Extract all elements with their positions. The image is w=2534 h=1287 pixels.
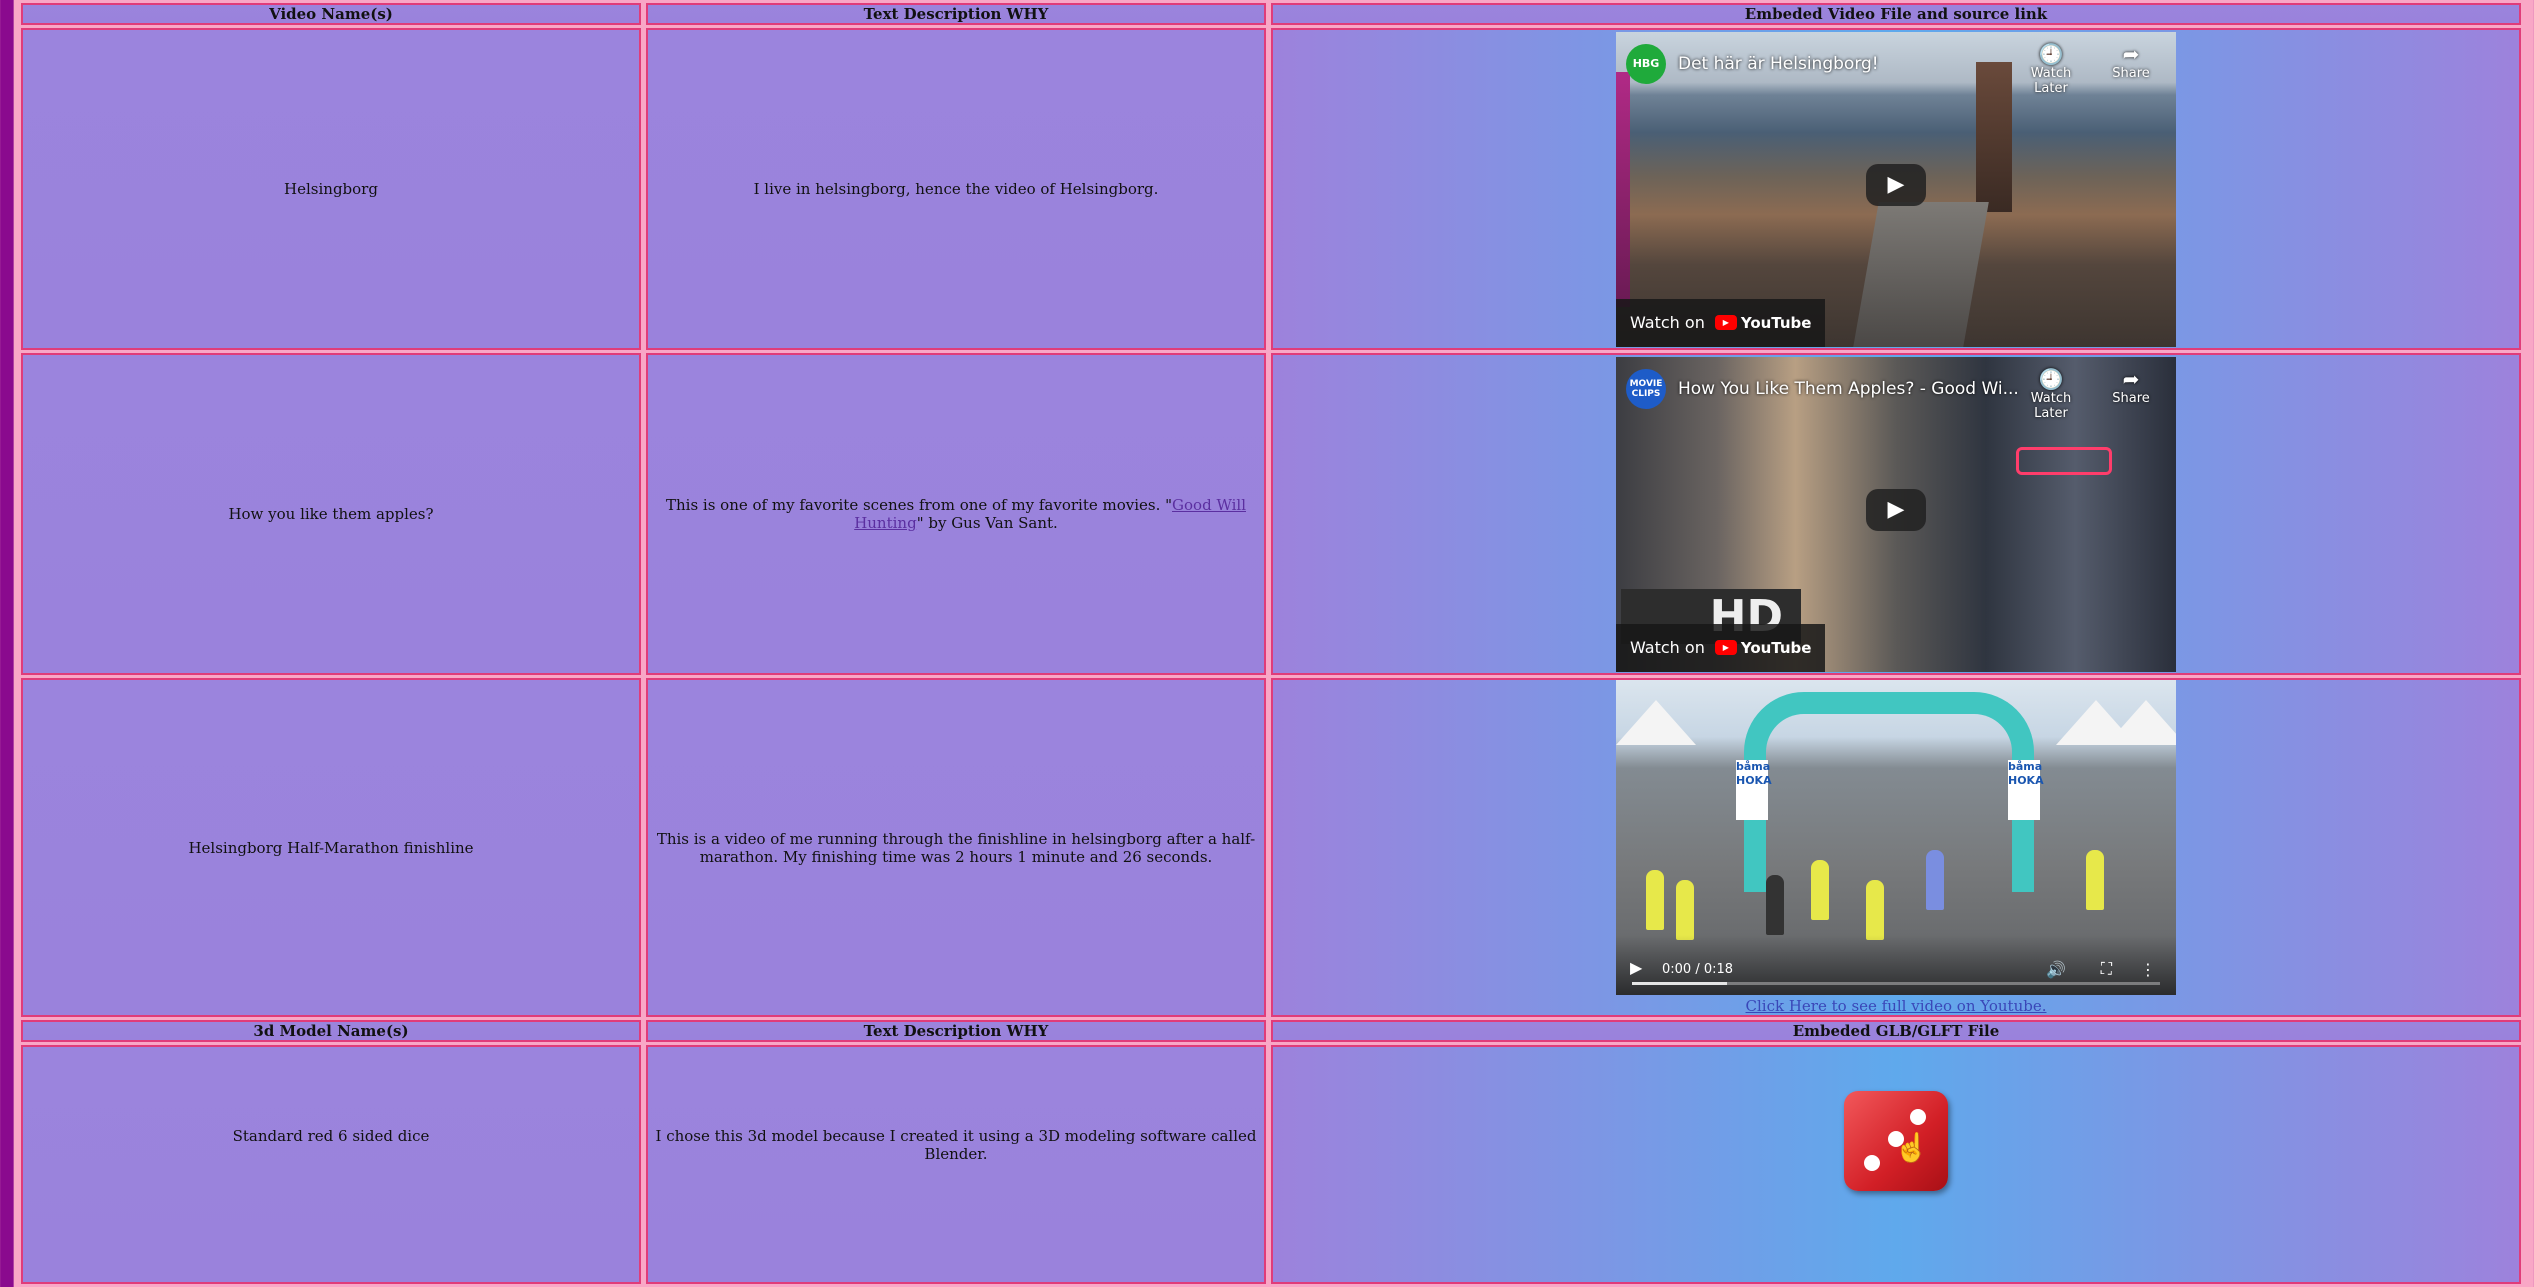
table-row: How you like them apples? This is one of…	[21, 353, 2521, 675]
volume-icon[interactable]: 🔊	[2046, 960, 2066, 979]
hand-cursor-icon: ☝	[1894, 1131, 1929, 1164]
play-icon[interactable]: ▶	[1630, 958, 1642, 977]
description-cell: This is one of my favorite scenes from o…	[646, 353, 1266, 675]
video-title[interactable]: How You Like Them Apples? - Good Wi...	[1678, 379, 2019, 399]
watch-on-label: Watch on	[1630, 313, 1705, 332]
channel-avatar[interactable]: HBG	[1626, 43, 1666, 84]
youtube-logo: ▶ YouTube	[1714, 314, 1811, 332]
video-name-cell: Helsingborg Half-Marathon finishline	[21, 678, 641, 1017]
video-name: Helsingborg Half-Marathon finishline	[188, 838, 474, 857]
video-description: This is a video of me running through th…	[656, 829, 1256, 866]
youtube-embed-player[interactable]: HBG Det här är Helsingborg! 🕘 Watch Late…	[1616, 31, 2176, 347]
youtube-play-icon: ▶	[1714, 315, 1737, 330]
finish-sign-right: båma HOKA	[2008, 760, 2044, 820]
header-embedded-glb: Embeded GLB/GLFT File	[1271, 1020, 2521, 1042]
header-embedded-video: Embeded Video File and source link	[1271, 3, 2521, 25]
header-text-description: Text Description WHY	[646, 3, 1266, 25]
table-row: Standard red 6 sided dice I chose this 3…	[21, 1045, 2521, 1284]
share-button[interactable]: ➦ Share	[2096, 42, 2166, 81]
video-name: Helsingborg	[284, 180, 378, 198]
description-cell: This is a video of me running through th…	[646, 678, 1266, 1017]
table-row: Helsingborg I live in helsingborg, hence…	[21, 28, 2521, 350]
play-icon: ▶	[1887, 497, 1905, 522]
video-description: This is one of my favorite scenes from o…	[665, 496, 1246, 532]
description-cell: I live in helsingborg, hence the video o…	[646, 28, 1266, 350]
watch-later-button[interactable]: 🕘 Watch Later	[2016, 367, 2086, 421]
html5-video-player[interactable]: båma HOKA båma HOKA ▶ 0:00 / 0:18 🔊 ⛶ ⋮	[1616, 680, 2176, 995]
model-name: Standard red 6 sided dice	[232, 1127, 430, 1145]
youtube-source-link[interactable]: Click Here to see full video on Youtube.	[1273, 997, 2519, 1015]
share-button[interactable]: ➦ Share	[2096, 367, 2166, 406]
youtube-logo: ▶ YouTube	[1714, 639, 1811, 657]
finish-sign-left: båma HOKA	[1736, 760, 1772, 820]
share-label: Share	[2112, 65, 2150, 81]
youtube-play-icon: ▶	[1714, 640, 1737, 655]
video-description: I live in helsingborg, hence the video o…	[753, 180, 1159, 198]
progress-bar[interactable]	[1632, 982, 2160, 985]
channel-avatar[interactable]: MOVIE CLIPS	[1626, 368, 1666, 409]
embed-cell: HBG Det här är Helsingborg! 🕘 Watch Late…	[1271, 28, 2521, 350]
dice-3d-model[interactable]: ☝	[1844, 1091, 1948, 1191]
watch-later-label: Watch Later	[2030, 390, 2072, 421]
embed-cell: HD MOVIE CLIPS How You Like Them Apples?…	[1271, 353, 2521, 675]
share-icon: ➦	[2122, 366, 2140, 391]
watch-later-label: Watch Later	[2030, 65, 2072, 96]
watch-on-youtube-button[interactable]: Watch on ▶ YouTube	[1616, 623, 1826, 672]
clock-icon: 🕘	[2038, 41, 2064, 66]
video-controls: ▶ 0:00 / 0:18 🔊 ⛶ ⋮	[1616, 935, 2176, 995]
share-icon: ➦	[2122, 41, 2140, 66]
watch-later-button[interactable]: 🕘 Watch Later	[2016, 42, 2086, 96]
header-text-description: Text Description WHY	[646, 1020, 1266, 1042]
play-icon: ▶	[1887, 172, 1905, 197]
video-title[interactable]: Det här är Helsingborg!	[1678, 54, 1879, 74]
watch-on-label: Watch on	[1630, 638, 1705, 657]
header-model-name: 3d Model Name(s)	[21, 1020, 641, 1042]
description-cell: I chose this 3d model because I created …	[646, 1045, 1266, 1284]
video-name-cell: How you like them apples?	[21, 353, 641, 675]
play-button[interactable]: ▶	[1866, 163, 1926, 206]
video-name-cell: Helsingborg	[21, 28, 641, 350]
fullscreen-icon[interactable]: ⛶	[2101, 959, 2112, 979]
model-description: I chose this 3d model because I created …	[655, 1127, 1257, 1163]
watch-on-youtube-button[interactable]: Watch on ▶ YouTube	[1616, 298, 1826, 347]
clock-icon: 🕘	[2038, 366, 2064, 391]
model-header-row: 3d Model Name(s) Text Description WHY Em…	[21, 1020, 2521, 1042]
table-row: Helsingborg Half-Marathon finishline Thi…	[21, 678, 2521, 1017]
more-vertical-icon[interactable]: ⋮	[2140, 960, 2156, 979]
model-name-cell: Standard red 6 sided dice	[21, 1045, 641, 1284]
embed-cell: båmaHOKA båmaHOKA ▶ 0:00 / 0:18 🔊 ⛶ ⋮	[1271, 678, 2521, 1017]
time-display: 0:00 / 0:18	[1662, 962, 1734, 977]
play-button[interactable]: ▶	[1866, 488, 1926, 531]
header-video-name: Video Name(s)	[21, 3, 641, 25]
video-header-row: Video Name(s) Text Description WHY Embed…	[21, 3, 2521, 25]
content-table: Video Name(s) Text Description WHY Embed…	[16, 0, 2526, 1287]
model-viewer-cell: ☝	[1271, 1045, 2521, 1284]
share-label: Share	[2112, 390, 2150, 406]
youtube-embed-player[interactable]: HD MOVIE CLIPS How You Like Them Apples?…	[1616, 356, 2176, 672]
video-name: How you like them apples?	[228, 505, 434, 523]
